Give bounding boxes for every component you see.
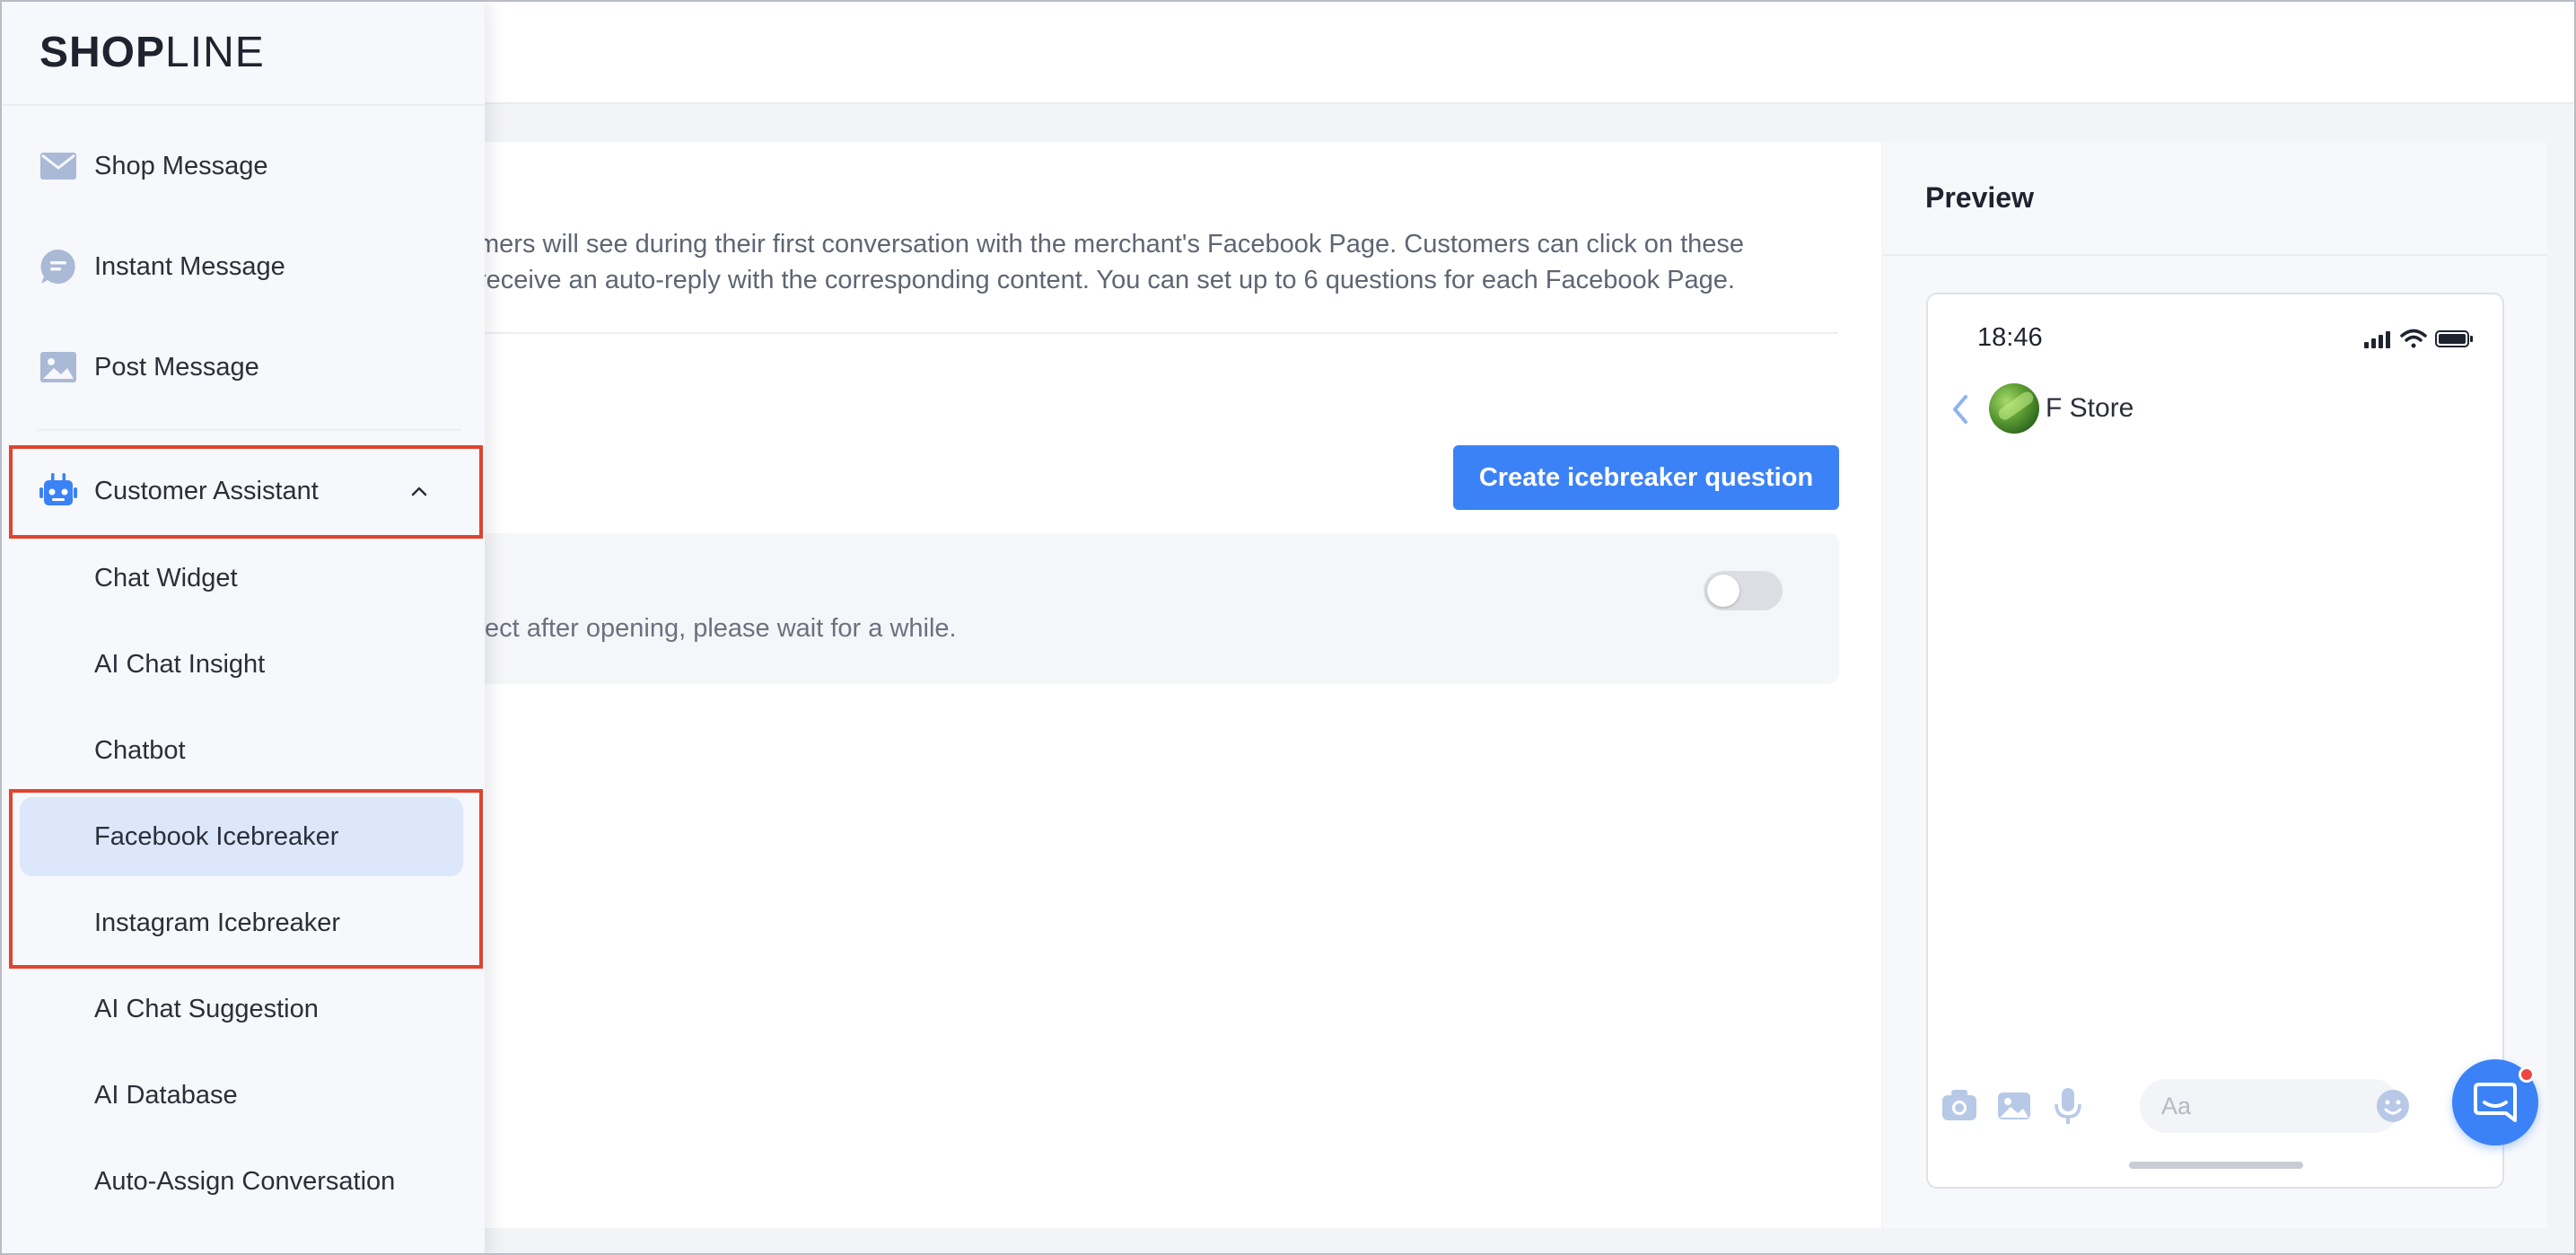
home-indicator	[2129, 1162, 2303, 1169]
battery-icon	[2435, 330, 2473, 347]
back-chevron-icon[interactable]	[1950, 393, 1971, 426]
toggle-knob	[1707, 575, 1739, 607]
camera-icon	[1942, 1090, 1976, 1120]
sidebar-subitem-ai-database[interactable]: AI Database	[20, 1056, 463, 1135]
sidebar-subitem-label: Facebook Icebreaker	[94, 821, 339, 851]
phone-status-time: 18:46	[1977, 323, 2043, 352]
sidebar-subitem-chat-widget[interactable]: Chat Widget	[20, 539, 463, 618]
sidebar-item-label: Instant Message	[94, 251, 285, 281]
sidebar-subitem-chatbot[interactable]: Chatbot	[20, 711, 463, 790]
create-icebreaker-button[interactable]: Create icebreaker question	[1453, 445, 1839, 510]
sidebar-divider	[38, 429, 461, 431]
sidebar-subitem-auto-assign-conversation[interactable]: Auto-Assign Conversation	[20, 1142, 463, 1221]
microphone-icon	[2055, 1088, 2081, 1124]
sidebar-item-shop-message[interactable]: Shop Message	[2, 126, 485, 206]
logo-text-bold: SHOP	[39, 28, 166, 76]
preview-title: Preview	[1925, 181, 2034, 214]
store-name: F Store	[2046, 393, 2134, 423]
emoji-icon[interactable]	[2375, 1088, 2411, 1124]
sidebar-item-label: Shop Message	[94, 151, 268, 180]
phone-status-icons	[2364, 329, 2473, 348]
wifi-icon	[2400, 329, 2427, 348]
sidebar-subitem-label: AI Chat Insight	[94, 649, 266, 679]
sidebar-subitem-label: Chat Widget	[94, 563, 238, 592]
preview-divider	[1883, 254, 2547, 256]
logo-text-light: LINE	[165, 28, 265, 76]
shopline-logo[interactable]: SHOP LINE	[39, 27, 265, 77]
sidebar-subitem-ai-chat-insight[interactable]: AI Chat Insight	[20, 625, 463, 704]
sidebar-subitem-instagram-icebreaker[interactable]: Instagram Icebreaker	[20, 883, 463, 962]
sidebar-subitem-label: Chatbot	[94, 735, 186, 765]
sidebar-item-label: Customer Assistant	[94, 476, 319, 505]
envelope-icon	[40, 153, 76, 180]
message-input[interactable]	[2140, 1079, 2400, 1133]
composer-icon-row	[1942, 1088, 2081, 1124]
signal-icon	[2364, 331, 2390, 348]
sidebar-subitem-label: AI Database	[94, 1080, 238, 1110]
enable-toggle-panel	[379, 533, 1839, 684]
toggle-hint-text: fect after opening, please wait for a wh…	[478, 614, 957, 643]
image-icon	[40, 352, 76, 382]
description-line-1: mers will see during their first convers…	[478, 230, 1745, 259]
sidebar-item-instant-message[interactable]: Instant Message	[2, 226, 485, 307]
sidebar-subitem-ai-chat-suggestion[interactable]: AI Chat Suggestion	[20, 970, 463, 1049]
robot-icon	[39, 473, 77, 505]
icebreaker-toggle-switch[interactable]	[1704, 571, 1783, 610]
sidebar-item-label: Post Message	[94, 352, 259, 382]
photo-icon	[1998, 1093, 2030, 1119]
notification-dot	[2519, 1066, 2535, 1083]
sidebar-subitem-label: AI Chat Suggestion	[94, 994, 319, 1023]
chat-icon	[2474, 1083, 2517, 1122]
sidebar-subitem-label: Instagram Icebreaker	[94, 908, 341, 937]
logo-divider	[2, 104, 485, 106]
sidebar-item-post-message[interactable]: Post Message	[2, 327, 485, 408]
support-chat-button[interactable]	[2452, 1059, 2538, 1145]
icebreaker-description: mers will see during their first convers…	[478, 226, 1806, 298]
chat-bubble-icon	[40, 249, 75, 284]
chevron-up-icon[interactable]	[407, 479, 431, 503]
sidebar: SHOP LINE Shop Message Instant Message P…	[2, 2, 485, 1253]
store-avatar	[1989, 383, 2039, 434]
sidebar-subitem-label: Auto-Assign Conversation	[94, 1166, 396, 1196]
app-window: mers will see during their first convers…	[0, 0, 2576, 1255]
sidebar-subitem-facebook-icebreaker[interactable]: Facebook Icebreaker	[20, 797, 463, 876]
description-line-2: receive an auto-reply with the correspon…	[478, 266, 1735, 294]
section-divider	[478, 332, 1838, 334]
